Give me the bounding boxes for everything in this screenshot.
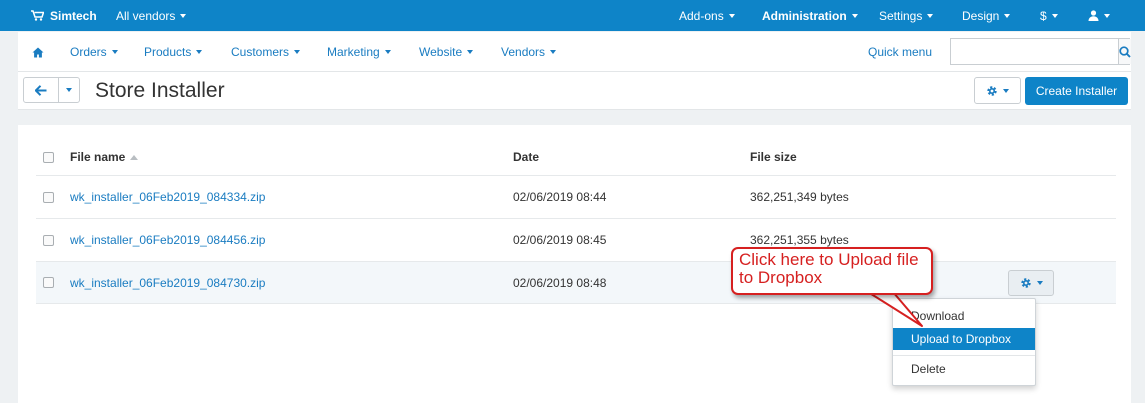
- callout-pointer-cover: [870, 288, 896, 292]
